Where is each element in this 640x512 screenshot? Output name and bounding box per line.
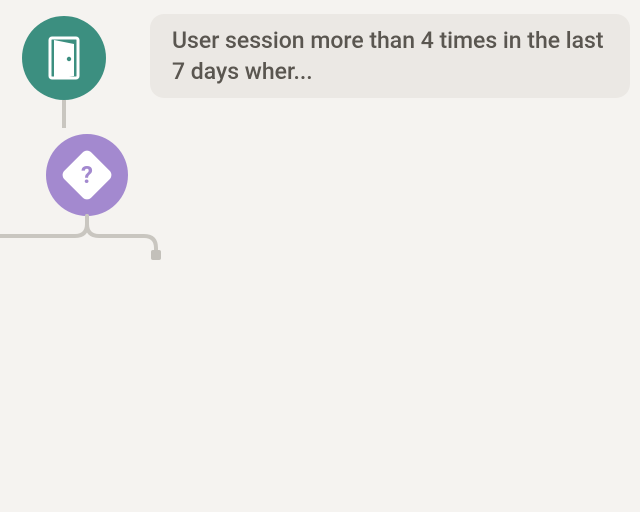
connector-condition-branches [0,216,220,286]
question-diamond-icon: ? [60,148,114,202]
entry-node-label-text: User session more than 4 times in the la… [172,25,608,87]
door-icon [44,36,84,80]
flow-canvas[interactable]: User session more than 4 times in the la… [0,0,640,512]
condition-node[interactable]: ? [40,128,134,222]
condition-glyph: ? [81,163,93,187]
entry-node-label[interactable]: User session more than 4 times in the la… [150,14,630,98]
branch-end-marker [151,250,161,260]
entry-node[interactable] [22,16,106,100]
connector-entry-to-condition [62,100,66,128]
